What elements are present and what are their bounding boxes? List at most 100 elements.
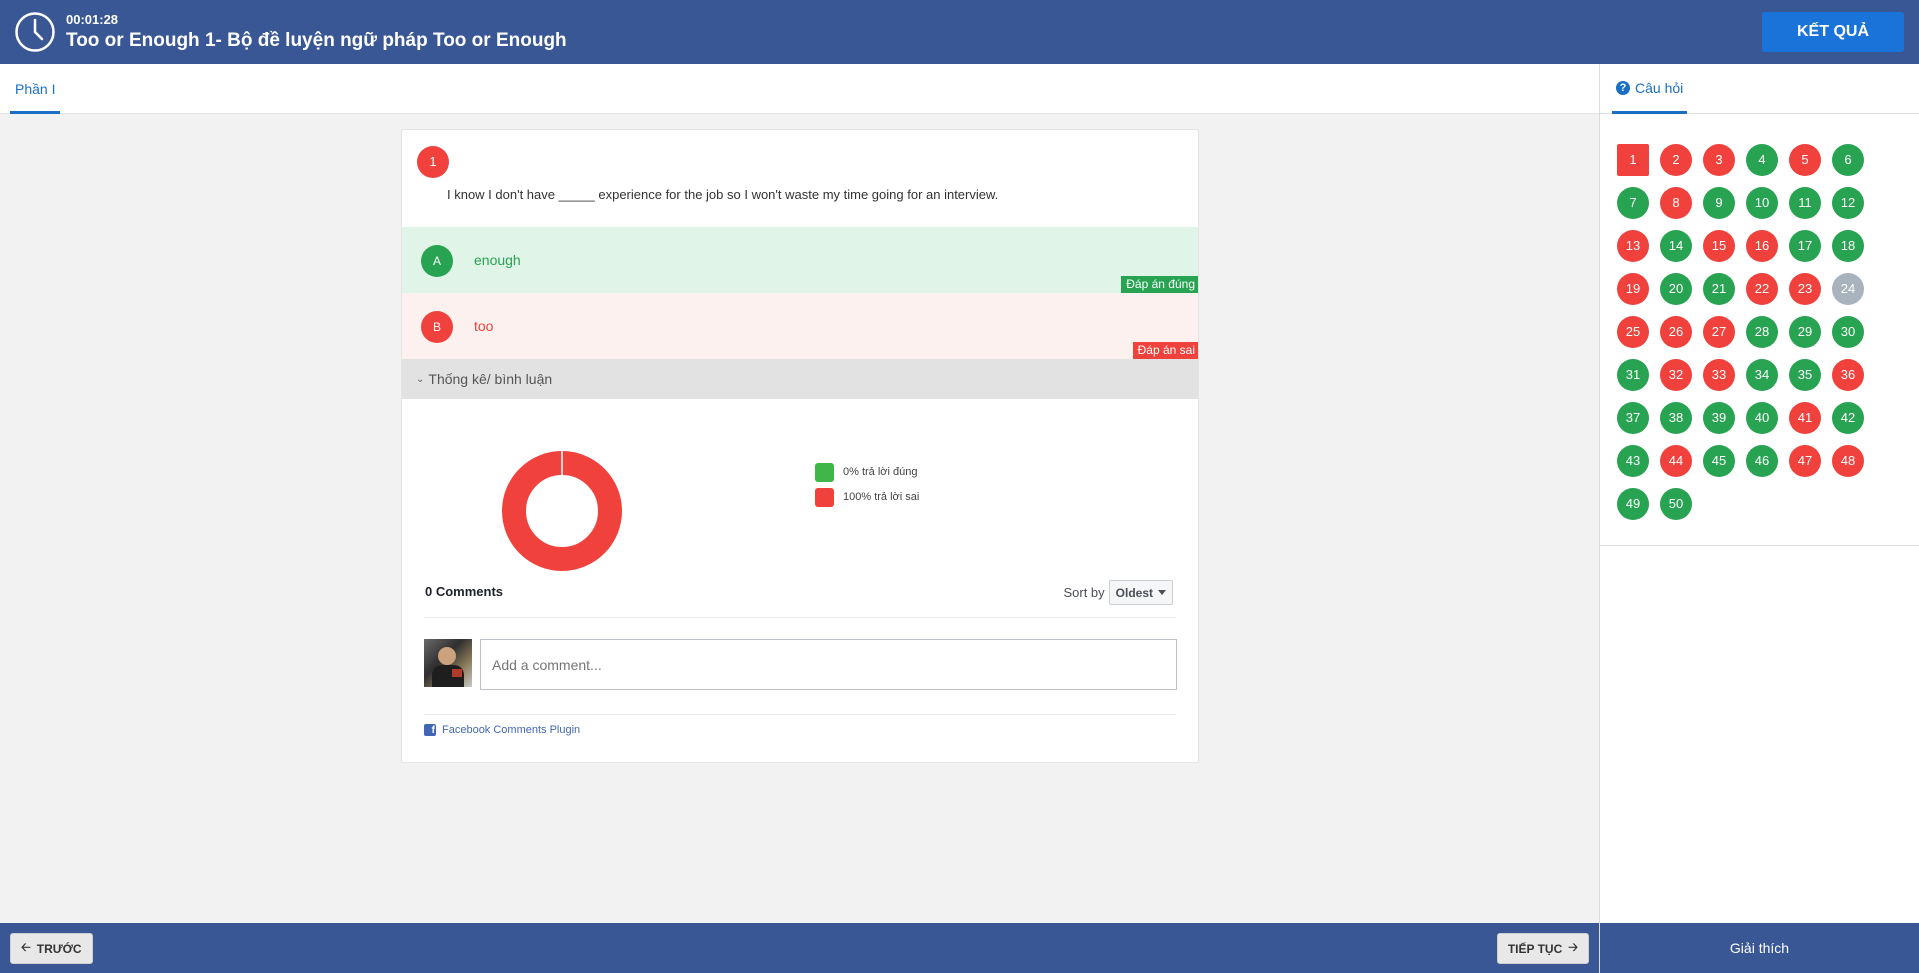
- question-nav-25[interactable]: 25: [1617, 316, 1649, 348]
- question-nav-28[interactable]: 28: [1746, 316, 1778, 348]
- question-nav-18[interactable]: 18: [1832, 230, 1864, 262]
- question-nav-39[interactable]: 39: [1703, 402, 1735, 434]
- legend-swatch-correct: [815, 462, 834, 482]
- question-nav-3[interactable]: 3: [1703, 144, 1735, 176]
- donut-segment-wrong: [502, 451, 622, 571]
- option-letter: A: [421, 245, 453, 277]
- question-nav-5[interactable]: 5: [1789, 144, 1821, 176]
- sort-control: Sort by Oldest: [1063, 580, 1173, 605]
- stats-comments-toggle[interactable]: ⌄ Thống kê/ bình luận: [402, 359, 1198, 399]
- question-nav-40[interactable]: 40: [1746, 402, 1778, 434]
- legend-swatch-wrong: [815, 487, 834, 507]
- facebook-plugin-footer: f Facebook Comments Plugin: [424, 714, 1176, 736]
- avatar: [424, 639, 472, 687]
- question-nav-27[interactable]: 27: [1703, 316, 1735, 348]
- question-nav-42[interactable]: 42: [1832, 402, 1864, 434]
- result-button[interactable]: KẾT QUẢ: [1762, 12, 1904, 52]
- comments-header: 0 Comments Sort by Oldest: [424, 580, 1176, 618]
- question-nav-10[interactable]: 10: [1746, 187, 1778, 219]
- question-nav-23[interactable]: 23: [1789, 273, 1821, 305]
- question-nav-7[interactable]: 7: [1617, 187, 1649, 219]
- option-text: too: [474, 318, 494, 334]
- next-label: TIẾP TỤC: [1507, 941, 1563, 956]
- question-nav-31[interactable]: 31: [1617, 359, 1649, 391]
- part-tab-bar: Phần I: [0, 64, 1599, 114]
- question-nav-41[interactable]: 41: [1789, 402, 1821, 434]
- correct-answer-badge: Đáp án đúng: [1121, 276, 1198, 293]
- question-nav-32[interactable]: 32: [1660, 359, 1692, 391]
- stats-toggle-label: Thống kê/ bình luận: [428, 371, 553, 387]
- question-nav-37[interactable]: 37: [1617, 402, 1649, 434]
- answer-option-b[interactable]: B too Đáp án sai: [402, 293, 1198, 359]
- arrow-left-icon: 🡠: [21, 940, 31, 954]
- sort-by-label: Sort by: [1063, 585, 1105, 600]
- question-nav-24[interactable]: 24: [1832, 273, 1864, 305]
- question-nav-33[interactable]: 33: [1703, 359, 1735, 391]
- stats-legend: 0% trả lời đúng 100% trả lời sai: [815, 462, 919, 512]
- question-nav-15[interactable]: 15: [1703, 230, 1735, 262]
- question-nav-8[interactable]: 8: [1660, 187, 1692, 219]
- question-nav-47[interactable]: 47: [1789, 445, 1821, 477]
- page-title: Too or Enough 1- Bộ đề luyện ngữ pháp To…: [66, 30, 567, 51]
- chevron-down-icon: ⌄: [416, 373, 425, 385]
- question-nav-48[interactable]: 48: [1832, 445, 1864, 477]
- timer: 00:01:28: [66, 12, 119, 27]
- facebook-icon: f: [424, 724, 436, 736]
- prev-button[interactable]: 🡠 TRƯỚC: [10, 933, 93, 964]
- legend-correct: 0% trả lời đúng: [815, 462, 919, 482]
- question-nav-4[interactable]: 4: [1746, 144, 1778, 176]
- question-card: 1 I know I don't have _____ experience f…: [401, 129, 1199, 763]
- question-nav-21[interactable]: 21: [1703, 273, 1735, 305]
- tab-part-1[interactable]: Phần I: [10, 64, 61, 114]
- tab-questions[interactable]: ? Câu hỏi: [1612, 64, 1688, 114]
- comment-input[interactable]: [480, 639, 1177, 690]
- facebook-plugin-link[interactable]: Facebook Comments Plugin: [442, 724, 580, 736]
- question-nav-22[interactable]: 22: [1746, 273, 1778, 305]
- question-nav-50[interactable]: 50: [1660, 488, 1692, 520]
- explain-button[interactable]: Giải thích: [1599, 923, 1919, 973]
- question-nav-35[interactable]: 35: [1789, 359, 1821, 391]
- question-circle-icon: ?: [1616, 80, 1630, 95]
- top-bar: 00:01:28 Too or Enough 1- Bộ đề luyện ng…: [0, 0, 1919, 64]
- question-nav-17[interactable]: 17: [1789, 230, 1821, 262]
- navigator-divider: [1600, 545, 1919, 546]
- question-nav-38[interactable]: 38: [1660, 402, 1692, 434]
- question-nav-13[interactable]: 13: [1617, 230, 1649, 262]
- question-nav-20[interactable]: 20: [1660, 273, 1692, 305]
- question-number-badge: 1: [417, 146, 449, 178]
- sort-value: Oldest: [1115, 585, 1153, 600]
- question-nav-9[interactable]: 9: [1703, 187, 1735, 219]
- question-nav-11[interactable]: 11: [1789, 187, 1821, 219]
- avatar-face: [438, 647, 456, 665]
- question-nav-49[interactable]: 49: [1617, 488, 1649, 520]
- answer-stats-donut: [502, 451, 622, 571]
- next-button[interactable]: TIẾP TỤC 🡢: [1496, 933, 1589, 964]
- question-nav-2[interactable]: 2: [1660, 144, 1692, 176]
- question-text: I know I don't have _____ experience for…: [447, 187, 999, 202]
- question-nav-19[interactable]: 19: [1617, 273, 1649, 305]
- wrong-answer-badge: Đáp án sai: [1132, 342, 1198, 359]
- question-nav-43[interactable]: 43: [1617, 445, 1649, 477]
- option-text: enough: [474, 252, 521, 268]
- question-nav-34[interactable]: 34: [1746, 359, 1778, 391]
- question-nav-6[interactable]: 6: [1832, 144, 1864, 176]
- question-nav-12[interactable]: 12: [1832, 187, 1864, 219]
- tab-questions-label: Câu hỏi: [1635, 79, 1684, 96]
- sort-select[interactable]: Oldest: [1108, 580, 1173, 605]
- answer-option-a[interactable]: A enough Đáp án đúng: [402, 227, 1198, 293]
- question-nav-26[interactable]: 26: [1660, 316, 1692, 348]
- question-nav-36[interactable]: 36: [1832, 359, 1864, 391]
- question-nav-46[interactable]: 46: [1746, 445, 1778, 477]
- question-nav-30[interactable]: 30: [1832, 316, 1864, 348]
- clock-icon: [15, 12, 55, 52]
- question-nav-14[interactable]: 14: [1660, 230, 1692, 262]
- arrow-right-icon: 🡢: [1568, 940, 1578, 954]
- question-nav-44[interactable]: 44: [1660, 445, 1692, 477]
- question-nav-45[interactable]: 45: [1703, 445, 1735, 477]
- question-nav-1[interactable]: 1: [1617, 144, 1649, 176]
- question-nav-29[interactable]: 29: [1789, 316, 1821, 348]
- question-navigator-panel: ? Câu hỏi 1 2 3 4 5 6 7 8 9 10 11 12 13 14 15 16 17 18 19 2…: [1599, 64, 1919, 923]
- avatar-detail: [452, 669, 462, 677]
- question-nav-16[interactable]: 16: [1746, 230, 1778, 262]
- legend-wrong: 100% trả lời sai: [815, 487, 919, 507]
